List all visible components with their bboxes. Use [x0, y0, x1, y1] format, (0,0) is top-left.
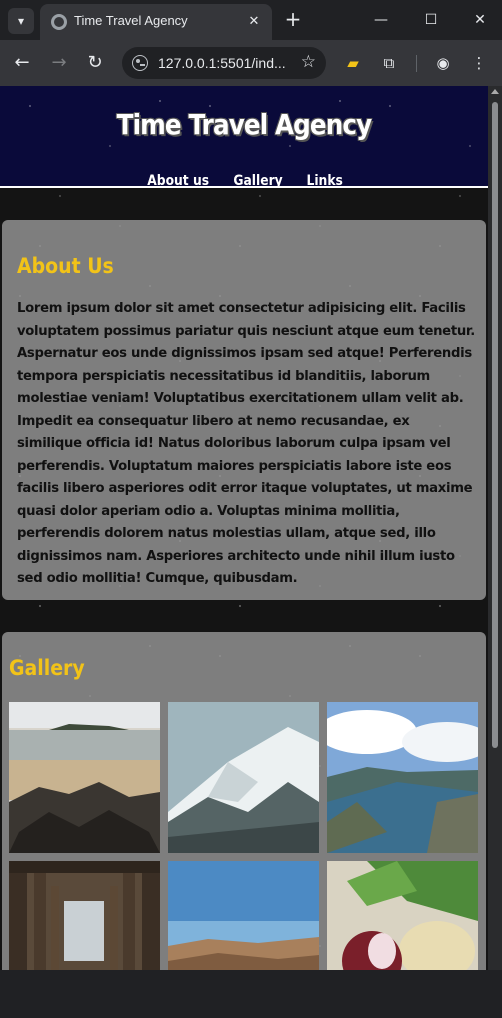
fjord-photo	[327, 702, 478, 853]
nav-link-links[interactable]: Links	[306, 173, 342, 189]
new-tab-button[interactable]: +	[281, 8, 305, 32]
about-heading: About Us	[17, 254, 114, 278]
site-info-icon[interactable]	[132, 55, 148, 71]
site-header: Time Travel Agency About us Gallery Link…	[0, 86, 488, 189]
globe-icon	[51, 14, 67, 30]
site-nav: About us Gallery Links	[0, 170, 488, 189]
page-viewport: Time Travel Agency About us Gallery Link…	[0, 86, 502, 970]
gallery-image-vegetables[interactable]	[327, 861, 478, 970]
url-text[interactable]: 127.0.0.1:5501/ind...	[158, 55, 286, 71]
site-title: Time Travel Agency	[116, 108, 373, 141]
gallery-image-fjord[interactable]	[327, 702, 478, 853]
vegetables-photo	[327, 861, 478, 970]
nav-link-about[interactable]: About us	[147, 173, 209, 189]
toolbar-divider	[416, 55, 417, 72]
browser-toolbar: ← → ↻ 127.0.0.1:5501/ind... ☆ ▰ ⧉ ◉ ⋮	[0, 40, 502, 86]
address-bar[interactable]: 127.0.0.1:5501/ind... ☆	[122, 47, 326, 79]
pier-photo	[9, 861, 160, 970]
gallery-heading: Gallery	[9, 656, 85, 680]
gallery-image-pier[interactable]	[9, 861, 160, 970]
gallery-image-beach-rocks[interactable]	[9, 702, 160, 853]
gallery-section: Gallery	[2, 632, 486, 970]
close-icon[interactable]: ✕	[244, 12, 264, 32]
scrollbar-thumb[interactable]	[492, 102, 498, 748]
page-scrollbar[interactable]	[488, 86, 502, 970]
profile-icon[interactable]: ◉	[430, 50, 456, 76]
tab-title: Time Travel Agency	[74, 13, 188, 28]
about-text: Lorem ipsum dolor sit amet consectetur a…	[17, 301, 475, 586]
browser-tab[interactable]: Time Travel Agency ✕	[40, 4, 272, 40]
scroll-up-icon[interactable]	[491, 89, 499, 94]
kebab-menu-icon[interactable]: ⋮	[466, 50, 492, 76]
gallery-image-desert[interactable]	[168, 861, 319, 970]
tab-strip: ▾ Time Travel Agency ✕ + — ☐ ✕	[0, 0, 502, 40]
star-icon[interactable]: ☆	[301, 52, 316, 72]
nav-link-gallery[interactable]: Gallery	[234, 173, 283, 189]
about-section: About Us Lorem ipsum dolor sit amet cons…	[2, 220, 486, 600]
puzzle-icon[interactable]: ⧉	[376, 50, 402, 76]
beach-rocks-photo	[9, 702, 160, 853]
extension-folder-icon[interactable]: ▰	[340, 50, 366, 76]
arrow-left-icon[interactable]: ←	[9, 50, 35, 76]
arrow-right-icon[interactable]: →	[46, 50, 72, 76]
gallery-image-snowy-mountain[interactable]	[168, 702, 319, 853]
snowy-mountain-photo	[168, 702, 319, 853]
minimize-icon[interactable]: —	[366, 6, 396, 34]
reload-icon[interactable]: ↻	[82, 50, 108, 76]
chevron-down-icon[interactable]: ▾	[8, 8, 34, 34]
desert-photo	[168, 861, 319, 970]
window-close-icon[interactable]: ✕	[465, 6, 495, 34]
maximize-icon[interactable]: ☐	[416, 6, 446, 34]
